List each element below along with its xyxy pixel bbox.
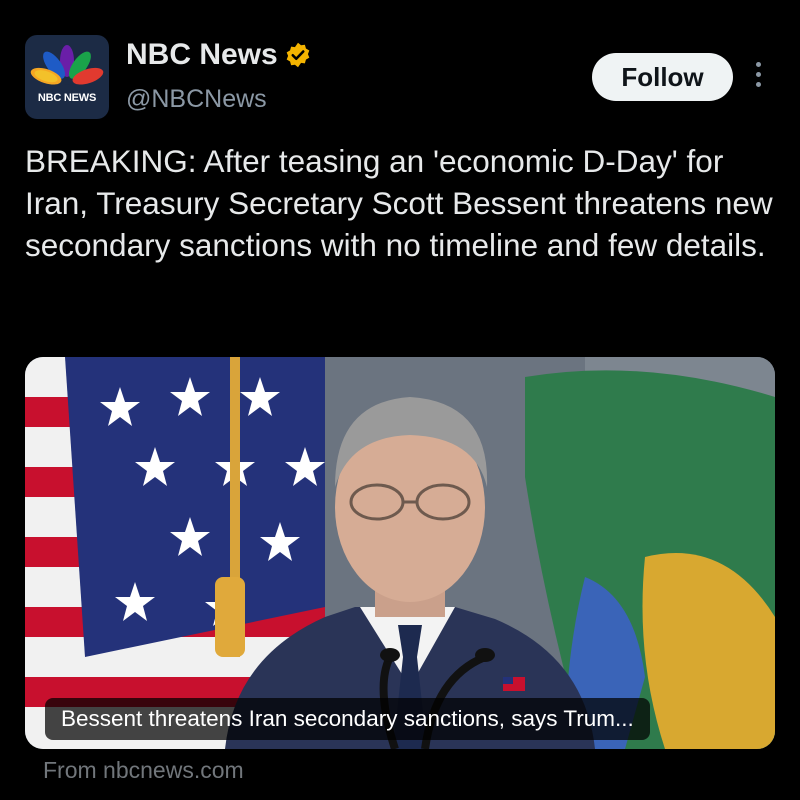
tweet-text: BREAKING: After teasing an 'economic D-D… [25,143,773,263]
author-name-text: NBC News [126,38,278,71]
article-image [25,357,775,749]
follow-button[interactable]: Follow [592,53,733,101]
avatar-brand-text: NBC NEWS [37,92,97,104]
author-handle[interactable]: @NBCNews [126,85,267,114]
link-card[interactable]: Bessent threatens Iran secondary sanctio… [25,357,775,749]
link-source[interactable]: From nbcnews.com [43,757,244,784]
verified-badge-icon [286,42,310,68]
author-display-name[interactable]: NBC News [126,38,312,72]
nbc-news-avatar[interactable]: NBC NEWS [25,35,109,119]
nbc-peacock-icon [30,45,104,85]
more-vertical-icon[interactable] [752,62,764,94]
link-card-headline: Bessent threatens Iran secondary sanctio… [45,698,650,740]
